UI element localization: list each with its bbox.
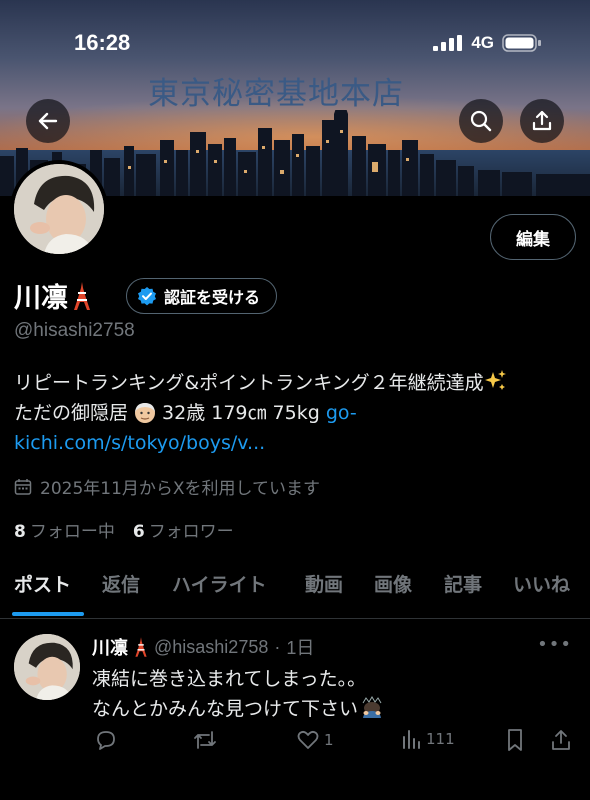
followers-link[interactable]: 6 フォロワー — [133, 517, 234, 542]
reply-bubble-icon — [97, 731, 115, 750]
bookmark-icon — [508, 729, 522, 751]
joined-text: 2025年11月からXを利用しています — [40, 479, 321, 499]
tab-images[interactable]: 画像 — [374, 568, 412, 618]
post-timestamp: 1日 — [286, 638, 315, 658]
tab-likes[interactable]: いいね — [513, 568, 570, 618]
post-author-handle: @hisashi2758 — [154, 636, 269, 657]
share-upload-icon — [552, 730, 570, 750]
sparkles-icon — [484, 370, 506, 390]
bowing-person-emoji-icon — [362, 696, 382, 718]
post-body: 凍結に巻き込まれてしまった。。 なんとかみんな見つけて下さい — [92, 664, 384, 724]
bio-stats: 32歳 179㎝ 75kg — [162, 402, 326, 424]
tab-posts[interactable]: ポスト — [14, 568, 71, 618]
repost-icon — [194, 731, 216, 749]
battery-icon — [502, 34, 541, 52]
tab-videos[interactable]: 動画 — [305, 568, 343, 618]
bio-text-2: ただの御隠居 — [14, 402, 129, 424]
views-button[interactable]: 111 — [400, 728, 455, 750]
followers-label: フォロワー — [148, 522, 234, 542]
bio-line-1: リピートランキング&ポイントランキング２年継続達成 — [14, 368, 584, 398]
tokyo-tower-icon — [74, 281, 90, 310]
heart-icon — [297, 730, 319, 749]
share-button[interactable] — [520, 99, 564, 143]
avatar-photo — [14, 164, 104, 254]
post-text-line-1: 凍結に巻き込まれてしまった。。 — [92, 668, 367, 690]
bio-text-1: リピートランキング&ポイントランキング２年継続達成 — [14, 372, 484, 394]
profile-tabs: ポスト 返信 ハイライト 動画 画像 記事 いいね — [0, 568, 590, 619]
share-upload-icon — [532, 110, 552, 131]
profile-avatar[interactable] — [10, 160, 108, 258]
profile-name: 川凛 — [14, 276, 92, 315]
profile-name-text: 川凛 — [14, 283, 68, 314]
followers-count: 6 — [132, 522, 145, 542]
verified-badge-icon — [138, 287, 156, 306]
status-bar: 16:28 4G — [0, 0, 590, 80]
post-text-line-2-text: なんとかみんな見つけて下さい — [92, 698, 359, 720]
arrow-left-icon — [38, 112, 58, 130]
following-count: 8 — [14, 522, 26, 542]
active-tab-indicator — [12, 612, 84, 616]
post-separator: · — [274, 636, 281, 657]
network-type: 4G — [471, 33, 494, 52]
post-header: 川凛 @hisashi2758 · 1日 — [92, 634, 314, 660]
profile-handle: @hisashi2758 — [14, 320, 135, 341]
verify-label: 認証を受ける — [164, 288, 261, 307]
post-actions: 1 111 — [92, 728, 582, 762]
search-button[interactable] — [459, 99, 503, 143]
views-bar-chart-icon — [403, 730, 420, 749]
get-verified-button[interactable]: 認証を受ける — [126, 278, 278, 314]
post-author-name[interactable]: 川凛 — [92, 634, 128, 660]
joined-date: 2025年11月からXを利用しています — [14, 474, 320, 499]
like-count: 1 — [324, 731, 334, 749]
elderly-man-emoji-icon — [135, 403, 156, 423]
post-share-button[interactable] — [550, 728, 572, 752]
status-time: 16:28 — [74, 30, 131, 55]
tab-articles[interactable]: 記事 — [444, 568, 482, 618]
follow-stats: 8 フォロー中 6 フォロワー — [14, 517, 234, 542]
tab-highlights[interactable]: ハイライト — [172, 568, 267, 618]
profile-bio: リピートランキング&ポイントランキング２年継続達成 ただの御隠居 32歳 179… — [14, 368, 584, 458]
calendar-icon — [14, 478, 32, 495]
signal-icon — [433, 35, 463, 51]
post-avatar[interactable] — [14, 634, 80, 700]
like-button[interactable]: 1 — [296, 728, 334, 752]
search-icon — [470, 110, 492, 132]
bookmark-button[interactable] — [504, 728, 526, 752]
post-item[interactable]: 川凛 @hisashi2758 · 1日 ••• 凍結に巻き込まれてしまった。。… — [0, 620, 590, 800]
tab-replies[interactable]: 返信 — [102, 568, 140, 618]
reply-button[interactable] — [94, 728, 118, 752]
following-label: フォロー中 — [29, 522, 115, 542]
following-link[interactable]: 8 フォロー中 — [14, 517, 115, 542]
status-indicators: 4G — [433, 33, 542, 53]
view-count: 111 — [426, 730, 455, 748]
post-text-line-2: なんとかみんな見つけて下さい — [92, 694, 384, 724]
repost-button[interactable] — [192, 728, 218, 752]
edit-profile-button[interactable]: 編集 — [490, 214, 576, 260]
bio-line-2: ただの御隠居 32歳 179㎝ 75kg go-kichi.com/s/toky… — [14, 398, 584, 458]
post-more-button[interactable]: ••• — [537, 634, 572, 655]
back-button[interactable] — [26, 99, 70, 143]
tokyo-tower-icon — [135, 637, 147, 657]
